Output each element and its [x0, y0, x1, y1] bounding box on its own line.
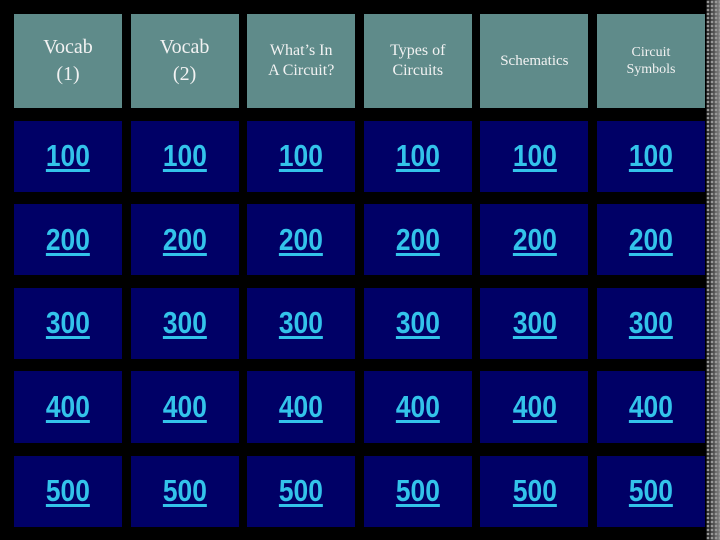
point-value-link[interactable]: 400 — [279, 389, 323, 425]
point-value-link[interactable]: 200 — [279, 222, 323, 258]
point-value-link[interactable]: 400 — [396, 389, 440, 425]
point-value-link[interactable]: 400 — [629, 389, 673, 425]
question-cell[interactable]: 400 — [596, 371, 705, 443]
question-cell[interactable]: 500 — [363, 455, 472, 527]
decorative-edge — [706, 0, 720, 540]
point-value-link[interactable]: 200 — [629, 222, 673, 258]
category-header: Circuit Symbols — [596, 14, 705, 108]
question-cell[interactable]: 100 — [596, 120, 705, 192]
question-cell[interactable]: 400 — [14, 371, 122, 443]
point-value-link[interactable]: 300 — [512, 305, 556, 341]
point-value-link[interactable]: 500 — [279, 473, 323, 509]
point-value-link[interactable]: 500 — [512, 473, 556, 509]
question-cell[interactable]: 500 — [130, 455, 239, 527]
question-cell[interactable]: 200 — [596, 204, 705, 275]
point-value-link[interactable]: 300 — [279, 305, 323, 341]
point-value-link[interactable]: 200 — [163, 222, 207, 258]
question-cell[interactable]: 200 — [480, 204, 589, 275]
point-value-link[interactable]: 500 — [163, 473, 207, 509]
question-cell[interactable]: 400 — [247, 371, 356, 443]
point-value-link[interactable]: 200 — [46, 222, 90, 258]
point-value-link[interactable]: 100 — [46, 138, 90, 174]
point-value-link[interactable]: 500 — [396, 473, 440, 509]
question-cell[interactable]: 100 — [480, 120, 589, 192]
point-value-link[interactable]: 500 — [46, 473, 90, 509]
question-cell[interactable]: 400 — [480, 371, 589, 443]
question-cell[interactable]: 500 — [14, 455, 122, 527]
point-value-link[interactable]: 100 — [396, 138, 440, 174]
point-value-link[interactable]: 200 — [396, 222, 440, 258]
point-value-link[interactable]: 100 — [279, 138, 323, 174]
question-cell[interactable]: 300 — [480, 287, 589, 359]
point-value-link[interactable]: 100 — [163, 138, 207, 174]
point-value-link[interactable]: 200 — [512, 222, 556, 258]
point-value-link[interactable]: 100 — [512, 138, 556, 174]
category-header: Types of Circuits — [363, 14, 472, 108]
category-header: Vocab (2) — [130, 14, 239, 108]
point-value-link[interactable]: 400 — [163, 389, 207, 425]
question-cell[interactable]: 100 — [130, 120, 239, 192]
question-cell[interactable]: 300 — [130, 287, 239, 359]
question-cell[interactable]: 300 — [247, 287, 356, 359]
question-cell[interactable]: 500 — [596, 455, 705, 527]
point-value-link[interactable]: 400 — [46, 389, 90, 425]
question-cell[interactable]: 500 — [480, 455, 589, 527]
jeopardy-board: Vocab (1) Vocab (2) What’s In A Circuit? Ty… — [14, 14, 705, 527]
question-cell[interactable]: 200 — [14, 204, 122, 275]
question-cell[interactable]: 100 — [247, 120, 356, 192]
point-value-link[interactable]: 400 — [512, 389, 556, 425]
question-cell[interactable]: 400 — [130, 371, 239, 443]
point-value-link[interactable]: 300 — [46, 305, 90, 341]
category-header: Schematics — [480, 14, 589, 108]
point-value-link[interactable]: 500 — [629, 473, 673, 509]
question-cell[interactable]: 300 — [14, 287, 122, 359]
point-value-link[interactable]: 100 — [629, 138, 673, 174]
question-cell[interactable]: 100 — [14, 120, 122, 192]
question-cell[interactable]: 400 — [363, 371, 472, 443]
question-cell[interactable]: 300 — [596, 287, 705, 359]
question-cell[interactable]: 500 — [247, 455, 356, 527]
category-header: What’s In A Circuit? — [247, 14, 356, 108]
point-value-link[interactable]: 300 — [396, 305, 440, 341]
category-header: Vocab (1) — [14, 14, 122, 108]
question-cell[interactable]: 200 — [247, 204, 356, 275]
point-value-link[interactable]: 300 — [163, 305, 207, 341]
question-cell[interactable]: 300 — [363, 287, 472, 359]
question-cell[interactable]: 200 — [130, 204, 239, 275]
question-cell[interactable]: 100 — [363, 120, 472, 192]
question-cell[interactable]: 200 — [363, 204, 472, 275]
point-value-link[interactable]: 300 — [629, 305, 673, 341]
